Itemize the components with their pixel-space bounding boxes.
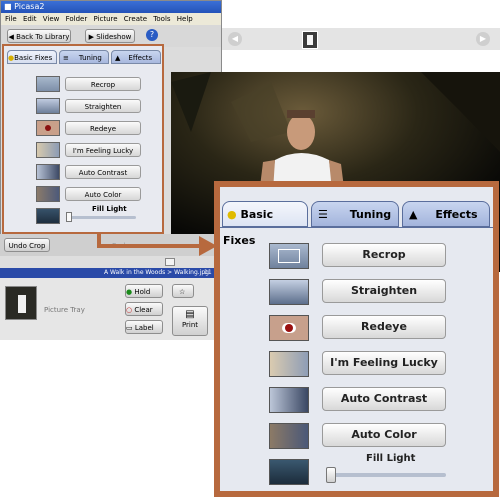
back-arrow-icon: ◀ <box>8 33 17 41</box>
title-bar: ■ Picasa2 <box>1 1 221 13</box>
auto-color-thumbnail <box>36 186 60 202</box>
auto-color-button[interactable]: Auto Color <box>65 187 141 201</box>
redeye-button[interactable]: Redeye <box>65 121 141 135</box>
picture-tray: Picture Tray ● Hold ○ Clear ▭ Label ☆ ▤ … <box>0 278 222 340</box>
zoom-fill-light-slider-track[interactable] <box>326 473 446 477</box>
zoom-fill-light-thumbnail <box>269 459 309 485</box>
fill-light-label: Fill Light <box>92 205 127 213</box>
zoom-feeling-lucky-button[interactable]: I'm Feeling Lucky <box>322 351 446 375</box>
zoom-straighten-button[interactable]: Straighten <box>322 279 446 303</box>
zoomed-basic-fixes-panel: ● Basic Fixes ☰ Tuning ▲ Effects Recrop … <box>220 187 493 491</box>
zoom-redeye-thumbnail <box>269 315 309 341</box>
hold-icon: ● <box>126 288 133 296</box>
slideshow-button[interactable]: ▶ Slideshow <box>85 29 135 43</box>
label-button[interactable]: ▭ Label <box>125 320 163 334</box>
recrop-button[interactable]: Recrop <box>65 77 141 91</box>
help-icon[interactable]: ? <box>146 29 158 41</box>
zoom-auto-color-thumbnail <box>269 423 309 449</box>
star-icon: ☆ <box>179 288 186 296</box>
zoom-tab-basic-fixes[interactable]: ● Basic Fixes <box>222 201 308 247</box>
tab-tuning[interactable]: ≡ Tuning <box>59 50 109 64</box>
hold-button[interactable]: ● Hold <box>125 284 163 298</box>
menu-create[interactable]: Create <box>124 15 147 23</box>
menu-edit[interactable]: Edit <box>23 15 37 23</box>
effects-icon: ▲ <box>409 208 418 221</box>
redeye-thumbnail <box>36 120 60 136</box>
straighten-thumbnail <box>36 98 60 114</box>
zoom-redeye-button[interactable]: Redeye <box>322 315 446 339</box>
menu-bar: File Edit View Folder Picture Create Too… <box>1 13 221 25</box>
callout-arrow <box>97 234 217 256</box>
tab-effects[interactable]: ▲ Effects <box>111 50 161 64</box>
picture-tray-label: Picture Tray <box>44 306 85 314</box>
fill-light-thumbnail <box>36 208 60 224</box>
lightbulb-icon: ● <box>227 208 237 221</box>
fill-light-slider-track[interactable] <box>66 216 136 219</box>
clear-icon: ○ <box>126 306 133 314</box>
menu-help[interactable]: Help <box>177 15 193 23</box>
back-to-library-button[interactable]: ◀ Back To Library <box>7 29 71 43</box>
menu-tools[interactable]: Tools <box>153 15 170 23</box>
print-button[interactable]: ▤ Print <box>172 306 208 336</box>
zoom-recrop-button[interactable]: Recrop <box>322 243 446 267</box>
feeling-lucky-thumbnail <box>36 142 60 158</box>
zoom-fill-light-label: Fill Light <box>366 453 416 464</box>
tray-thumbnail[interactable] <box>5 286 37 320</box>
app-icon: ■ <box>4 2 12 11</box>
basic-fixes-panel: ●Basic Fixes ≡ Tuning ▲ Effects Recrop Str… <box>2 44 164 234</box>
tab-basic-fixes[interactable]: ●Basic Fixes <box>7 50 57 64</box>
sliders-icon: ☰ <box>318 208 328 221</box>
recrop-thumbnail <box>36 76 60 92</box>
menu-view[interactable]: View <box>43 15 60 23</box>
auto-contrast-thumbnail <box>36 164 60 180</box>
image-path: A Walk in the Woods > Walking.jpg <box>104 269 209 276</box>
star-button[interactable]: ☆ <box>172 284 194 298</box>
zoom-tab-tuning[interactable]: ☰ Tuning <box>311 201 399 227</box>
clear-button[interactable]: ○ Clear <box>125 302 163 316</box>
zoom-auto-contrast-button[interactable]: Auto Contrast <box>322 387 446 411</box>
sliders-icon: ≡ <box>63 54 69 62</box>
window-title: Picasa2 <box>14 2 45 11</box>
zoom-auto-color-button[interactable]: Auto Color <box>322 423 446 447</box>
next-arrow-icon[interactable]: ▶ <box>476 32 490 46</box>
feeling-lucky-button[interactable]: I'm Feeling Lucky <box>65 143 141 157</box>
printer-icon: ▤ <box>185 309 195 320</box>
straighten-button[interactable]: Straighten <box>65 99 141 113</box>
undo-crop-button[interactable]: Undo Crop <box>4 238 50 252</box>
fill-light-slider-handle[interactable] <box>66 212 72 222</box>
zoom-fill-light-slider-handle[interactable] <box>326 467 336 483</box>
auto-contrast-button[interactable]: Auto Contrast <box>65 165 141 179</box>
zoom-feeling-lucky-thumbnail <box>269 351 309 377</box>
zoom-recrop-thumbnail <box>269 243 309 269</box>
zoomed-callout: ● Basic Fixes ☰ Tuning ▲ Effects Recrop … <box>214 181 499 497</box>
menu-picture[interactable]: Picture <box>93 15 117 23</box>
path-bar: A Walk in the Woods > Walking.jpg 11 <box>0 268 222 278</box>
prev-arrow-icon[interactable]: ◀ <box>228 32 242 46</box>
zoom-tab-effects[interactable]: ▲ Effects <box>402 201 490 227</box>
filmstrip-nav: ◀ ▶ <box>222 28 500 50</box>
zoom-auto-contrast-thumbnail <box>269 387 309 413</box>
label-icon: ▭ <box>126 324 133 332</box>
menu-folder[interactable]: Folder <box>66 15 88 23</box>
menu-file[interactable]: File <box>5 15 17 23</box>
filmstrip-thumbnail[interactable] <box>302 31 318 49</box>
zoom-straighten-thumbnail <box>269 279 309 305</box>
effects-icon: ▲ <box>115 54 121 62</box>
